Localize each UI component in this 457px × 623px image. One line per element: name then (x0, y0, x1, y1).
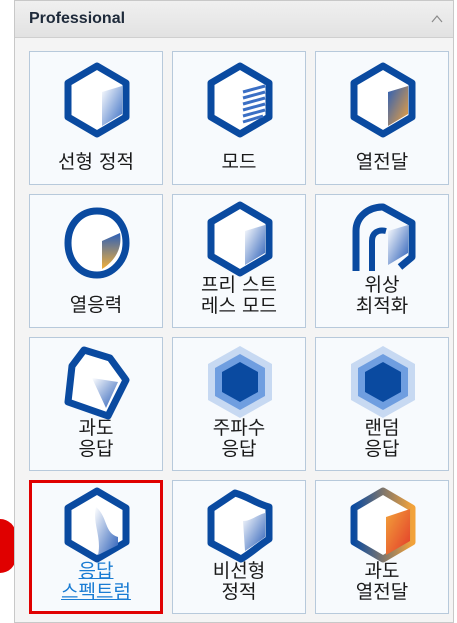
tile-modal[interactable]: 모드 (172, 51, 306, 185)
transient-heat-transfer-icon (350, 487, 416, 563)
panel-title: Professional (29, 10, 126, 27)
tile-label: 선형 정적 (58, 151, 134, 173)
tile-label: 열응력 (69, 294, 123, 316)
tile-random-response[interactable]: 랜덤 응답 (315, 337, 449, 471)
panel-header[interactable]: Professional (15, 1, 453, 38)
frequency-response-icon (208, 346, 272, 418)
tile-linear-static[interactable]: 선형 정적 (29, 51, 163, 185)
heat-transfer-icon (350, 62, 416, 138)
modal-icon (207, 62, 273, 138)
transient-response-icon (64, 346, 130, 420)
tile-response-spectrum[interactable]: 응답 스펙트럼 (29, 480, 163, 614)
random-response-icon (351, 346, 415, 418)
tile-thermal-stress[interactable]: 열응력 (29, 194, 163, 328)
thermal-stress-icon (64, 207, 130, 279)
tile-topology-optimization[interactable]: 위상 최적화 (315, 194, 449, 328)
tile-label: 모드 (221, 151, 257, 173)
tile-label: 응답 스펙트럼 (61, 560, 131, 603)
tile-nonlinear-static[interactable]: 비선형 정적 (172, 480, 306, 614)
nonlinear-static-icon (207, 489, 273, 563)
tile-prestress-modal[interactable]: 프리 스트 레스 모드 (172, 194, 306, 328)
tile-label: 프리 스트 레스 모드 (201, 274, 277, 317)
tile-transient-response[interactable]: 과도 응답 (29, 337, 163, 471)
tile-heat-transfer[interactable]: 열전달 (315, 51, 449, 185)
linear-static-icon (64, 62, 130, 138)
tile-label: 과도 열전달 (355, 560, 409, 603)
tile-label: 랜덤 응답 (364, 417, 400, 460)
tile-label: 비선형 정적 (212, 560, 266, 603)
prestress-modal-icon (207, 201, 273, 277)
response-spectrum-icon (64, 487, 130, 563)
professional-panel: Professional 선형 정적 모드 열전달 열응력 프리 스트 레스 모… (14, 0, 454, 623)
tile-frequency-response[interactable]: 주파수 응답 (172, 337, 306, 471)
tile-label: 주파수 응답 (212, 417, 266, 460)
tile-transient-heat-transfer[interactable]: 과도 열전달 (315, 480, 449, 614)
chevron-up-icon[interactable] (429, 11, 445, 27)
tile-label: 위상 최적화 (355, 274, 409, 317)
topology-optimization-icon (352, 203, 416, 271)
tile-label: 열전달 (355, 151, 409, 173)
tile-label: 과도 응답 (78, 417, 114, 460)
